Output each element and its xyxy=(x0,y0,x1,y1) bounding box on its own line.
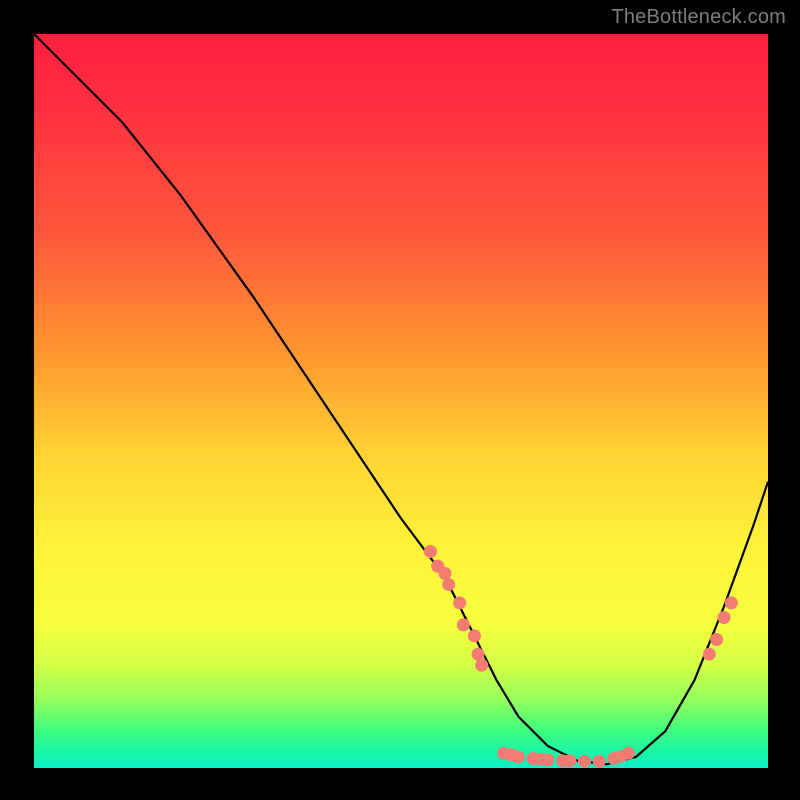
scatter-point xyxy=(710,633,723,646)
watermark-text: TheBottleneck.com xyxy=(611,6,786,29)
scatter-point xyxy=(439,567,452,580)
bottleneck-chart xyxy=(34,34,768,768)
scatter-point xyxy=(468,629,481,642)
scatter-point xyxy=(457,618,470,631)
scatter-point xyxy=(718,611,731,624)
chart-frame: TheBottleneck.com xyxy=(0,0,800,800)
scatter-point xyxy=(703,648,716,661)
scatter-point xyxy=(472,648,485,661)
scatter-point xyxy=(563,754,576,767)
bottleneck-curve-path xyxy=(34,34,768,764)
scatter-point xyxy=(578,755,591,768)
scatter-point xyxy=(442,578,455,591)
scatter-point xyxy=(424,545,437,558)
scatter-point xyxy=(622,747,635,760)
scatter-point xyxy=(593,755,606,768)
scatter-point xyxy=(541,753,554,766)
plot-area xyxy=(34,34,768,768)
scatter-point xyxy=(475,659,488,672)
scatter-point xyxy=(512,751,525,764)
scatter-group xyxy=(424,545,738,768)
scatter-point xyxy=(453,596,466,609)
scatter-point xyxy=(725,596,738,609)
